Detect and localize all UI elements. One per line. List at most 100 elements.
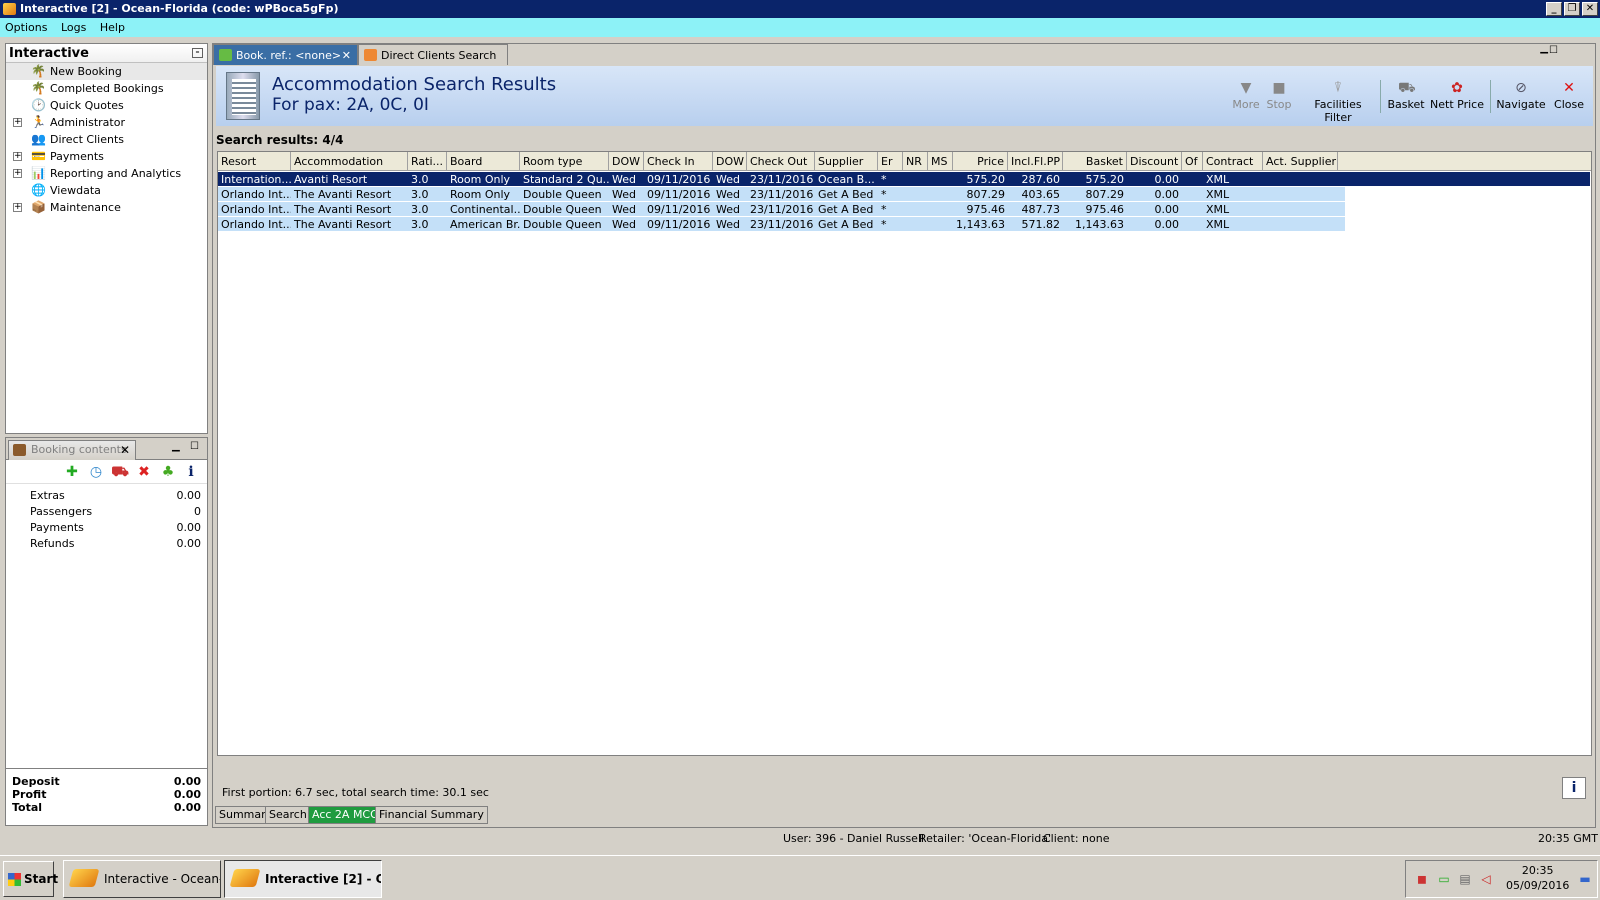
sidebar-item[interactable]: + 🏃 Administrator: [6, 114, 207, 131]
cell-contract: XML: [1206, 173, 1230, 186]
tab-direct-clients-search[interactable]: Direct Clients Search: [358, 44, 508, 65]
cell-contract: XML: [1206, 188, 1230, 201]
expand-icon[interactable]: +: [13, 152, 22, 161]
booking-contents-tab[interactable]: Booking contents ✕: [8, 440, 136, 460]
sidebar-item[interactable]: + 📊 Reporting and Analytics: [6, 165, 207, 182]
cell-nr: [903, 187, 928, 202]
table-row[interactable]: Orlando Int... The Avanti Resort 3.0 Room O…: [218, 187, 1345, 202]
close-icon[interactable]: ✕: [120, 441, 130, 459]
column-header-resort[interactable]: Resort: [218, 152, 291, 171]
info-button[interactable]: i: [1562, 777, 1586, 799]
basket-icon[interactable]: ⛟: [110, 462, 130, 482]
palm-icon: 🌴: [31, 64, 46, 78]
close-results-button[interactable]: ✕ Close: [1552, 80, 1586, 111]
taskbar-clock[interactable]: 20:35 05/09/2016: [1506, 863, 1569, 893]
column-header-ms[interactable]: MS: [928, 152, 953, 171]
column-header-actsup[interactable]: Act. Supplier: [1263, 152, 1338, 171]
show-desktop-icon[interactable]: ▬: [1578, 872, 1592, 886]
windows-icon[interactable]: ◼: [1415, 872, 1429, 886]
tab-financial-summary[interactable]: Financial Summary: [375, 806, 488, 824]
table-row[interactable]: Orlando Int... The Avanti Resort 3.0 Contin…: [218, 202, 1345, 217]
close-tab-icon[interactable]: ✕: [342, 45, 351, 66]
column-header-supplier[interactable]: Supplier: [815, 152, 878, 171]
sidebar-item[interactable]: 🌐 Viewdata: [6, 182, 207, 199]
cell-ms: [928, 187, 953, 202]
volume-muted-icon[interactable]: ◁: [1479, 872, 1493, 886]
column-header-contract[interactable]: Contract: [1203, 152, 1263, 171]
tab-search[interactable]: Search: [265, 806, 311, 824]
facilities-filter-button[interactable]: ⍒ Facilities Filter: [1302, 80, 1374, 124]
navigate-button[interactable]: ⊘ Navigate: [1496, 80, 1546, 111]
info-icon[interactable]: i: [181, 462, 201, 482]
network-icon[interactable]: ▭: [1437, 872, 1451, 886]
menu-options[interactable]: Options: [5, 21, 47, 34]
stop-button[interactable]: ■ Stop: [1264, 80, 1294, 111]
restore-button[interactable]: ❐: [1564, 2, 1580, 16]
cell-supplier: Get A Bed: [818, 203, 874, 216]
cell-rating: 3.0: [411, 203, 429, 216]
taskbar-item-interactive-1[interactable]: Interactive - Ocean-F...: [63, 860, 221, 898]
minimize-button[interactable]: _: [1546, 2, 1562, 16]
collapse-panel-button[interactable]: –: [192, 48, 203, 58]
column-header-price[interactable]: Price: [953, 152, 1008, 171]
delete-icon[interactable]: ✖: [134, 462, 154, 482]
column-header-basket[interactable]: Basket: [1063, 152, 1127, 171]
maximize-doc-button[interactable]: ☐: [1549, 45, 1558, 56]
nett-price-button[interactable]: ✿ Nett Price: [1430, 80, 1484, 111]
sidebar-item[interactable]: + 📦 Maintenance: [6, 199, 207, 216]
tab-acc-2a-mco[interactable]: Acc 2A MCO: [308, 806, 383, 824]
sidebar-item[interactable]: + 💳 Payments: [6, 148, 207, 165]
cell-board: Continental...: [450, 203, 520, 216]
column-header-acc[interactable]: Accommodation: [291, 152, 408, 171]
column-header-checkout[interactable]: Check Out: [747, 152, 815, 171]
column-header-room[interactable]: Room type: [520, 152, 609, 171]
minimize-doc-button[interactable]: ▁: [1540, 43, 1548, 54]
navigation-tree: 🌴 New Booking 🌴 Completed Bookings 🕑 Quick Qu…: [6, 63, 207, 216]
maximize-panel-button[interactable]: ☐: [190, 441, 199, 452]
expand-icon[interactable]: +: [13, 169, 22, 178]
column-header-inclfl[interactable]: Incl.Fl.PP: [1008, 152, 1063, 171]
expand-icon[interactable]: +: [13, 118, 22, 127]
start-button[interactable]: Start: [3, 861, 58, 897]
window-titlebar: Interactive [2] - Ocean-Florida (code: w…: [0, 0, 1600, 18]
cell-contract: XML: [1206, 218, 1230, 231]
table-row[interactable]: Orlando Int... The Avanti Resort 3.0 Americ…: [218, 217, 1345, 232]
column-header-er[interactable]: Er: [878, 152, 903, 171]
column-header-dow1[interactable]: DOW: [609, 152, 644, 171]
report-icon: 📊: [31, 166, 46, 180]
cell-resort: Orlando Int...: [221, 203, 291, 216]
column-header-nr[interactable]: NR: [903, 152, 928, 171]
column-header-of[interactable]: Of: [1182, 152, 1203, 171]
sidebar-item[interactable]: 🌴 New Booking: [6, 63, 207, 80]
menu-help[interactable]: Help: [100, 21, 125, 34]
more-button[interactable]: ▼ More: [1232, 80, 1260, 111]
basket-button[interactable]: ⛟ Basket: [1386, 80, 1426, 111]
add-icon[interactable]: ✚: [62, 462, 82, 482]
cell-nr: [903, 202, 928, 217]
palm-icon[interactable]: ♣: [158, 462, 178, 482]
toolbar-separator: [1380, 80, 1381, 113]
device-icon[interactable]: ▤: [1458, 872, 1472, 886]
column-header-board[interactable]: Board: [447, 152, 520, 171]
column-header-checkin[interactable]: Check In: [644, 152, 713, 171]
cell-dow2: Wed: [716, 173, 740, 186]
column-header-dow2[interactable]: DOW: [713, 152, 747, 171]
table-row[interactable]: Internation... Avanti Resort 3.0 Room Only S…: [218, 172, 1590, 187]
column-header-rating[interactable]: Rati...: [408, 152, 447, 171]
close-window-button[interactable]: ✕: [1582, 2, 1598, 16]
sidebar-item[interactable]: 🕑 Quick Quotes: [6, 97, 207, 114]
clock-icon[interactable]: ◷: [86, 462, 106, 482]
sidebar-item[interactable]: 👥 Direct Clients: [6, 131, 207, 148]
tab-booking-ref[interactable]: Book. ref.: <none> ✕: [213, 44, 358, 65]
clients-icon: 👥: [31, 132, 46, 146]
expand-icon[interactable]: +: [13, 203, 22, 212]
menu-logs[interactable]: Logs: [61, 21, 86, 34]
minimize-panel-button[interactable]: ▁: [172, 441, 180, 452]
sidebar-item[interactable]: 🌴 Completed Bookings: [6, 80, 207, 97]
cell-checkout: 23/11/2016: [750, 203, 814, 216]
column-header-discount[interactable]: Discount: [1127, 152, 1182, 171]
status-bar: User: 396 - Daniel Russell Retailer: 'Oc…: [0, 829, 1600, 849]
cell-supplier: Get A Bed: [818, 218, 874, 231]
app-icon: [229, 869, 261, 887]
taskbar-item-interactive-2[interactable]: Interactive [2] - O...: [224, 860, 382, 898]
